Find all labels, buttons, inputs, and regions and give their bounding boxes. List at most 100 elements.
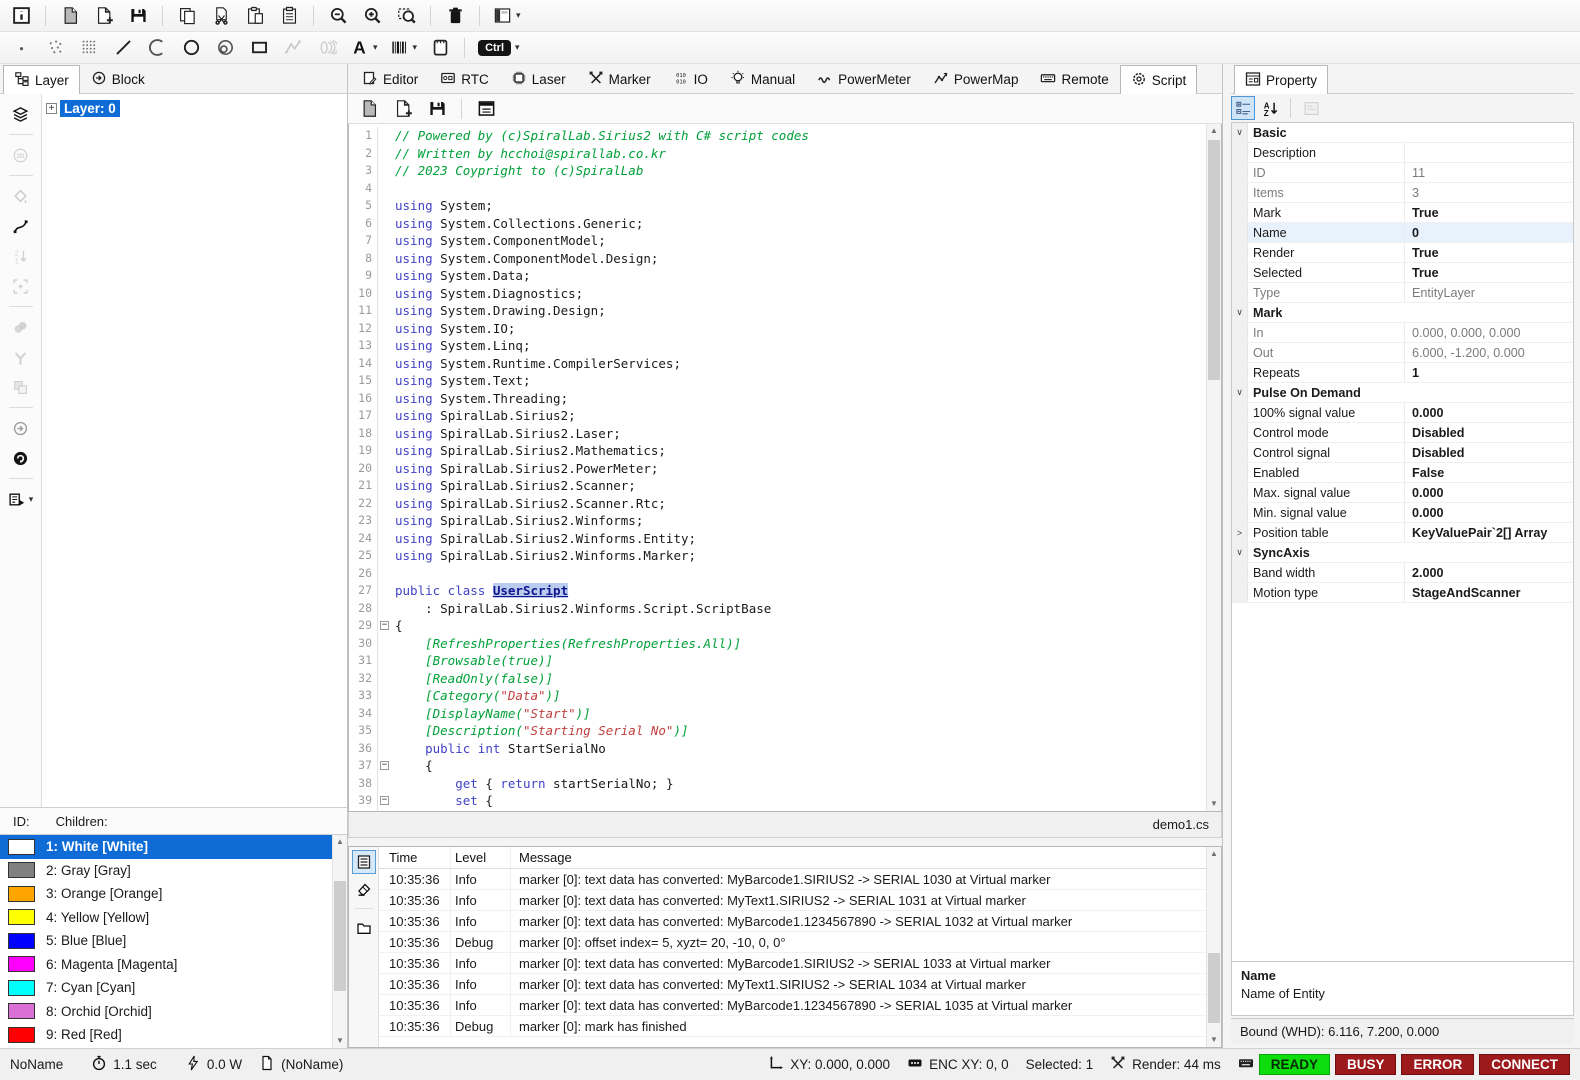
property-row[interactable]: RenderTrue (1232, 243, 1573, 263)
log-row[interactable]: 10:35:36Infomarker [0]: text data has co… (379, 995, 1206, 1016)
tree-item-layer[interactable]: + Layer: 0 (46, 100, 343, 117)
barcode-button[interactable]: ▾ (386, 34, 422, 62)
property-value[interactable]: 3 (1405, 186, 1573, 200)
circle-button[interactable] (176, 34, 206, 62)
property-value[interactable]: True (1405, 206, 1573, 220)
save-button[interactable] (422, 95, 452, 123)
pen-color-row[interactable]: 8: Orchid [Orchid] (0, 1000, 347, 1024)
property-row[interactable]: >Position tableKeyValuePair`2[] Array (1232, 523, 1573, 543)
point-button[interactable] (6, 34, 36, 62)
tab-io[interactable]: 010010IO (662, 65, 719, 93)
scroll-down-icon[interactable]: ▼ (1207, 1033, 1221, 1047)
tab-remote[interactable]: Remote (1029, 65, 1119, 93)
property-row[interactable]: Items3 (1232, 183, 1573, 203)
rotate-button[interactable] (6, 444, 36, 472)
tab-property[interactable]: Property (1234, 65, 1328, 94)
property-row[interactable]: Description (1232, 143, 1573, 163)
tab-block[interactable]: Block (80, 65, 156, 93)
pen-color-row[interactable]: 1: White [White] (0, 835, 347, 859)
scroll-thumb[interactable] (1208, 140, 1220, 380)
code-scrollbar[interactable]: ▲ ▼ (1206, 124, 1221, 811)
property-category-row[interactable]: ∨Pulse On Demand (1232, 383, 1573, 403)
log-row[interactable]: 10:35:36Infomarker [0]: text data has co… (379, 869, 1206, 890)
property-row[interactable]: Max. signal value0.000 (1232, 483, 1573, 503)
property-row[interactable]: Min. signal value0.000 (1232, 503, 1573, 523)
tab-rtc[interactable]: RTC (429, 65, 500, 93)
property-row[interactable]: TypeEntityLayer (1232, 283, 1573, 303)
log-row[interactable]: 10:35:36Debugmarker [0]: offset index= 5… (379, 932, 1206, 953)
scroll-down-icon[interactable]: ▼ (1207, 797, 1221, 811)
folder-button[interactable] (352, 916, 376, 940)
copy-button[interactable] (172, 2, 202, 30)
trepan-button[interactable] (210, 34, 240, 62)
collapse-chevron-icon[interactable]: ∨ (1232, 543, 1248, 562)
group-button[interactable] (6, 373, 36, 401)
categorized-button[interactable] (1231, 96, 1255, 120)
property-value[interactable]: 11 (1405, 166, 1573, 180)
file-new-button[interactable] (388, 95, 418, 123)
property-value[interactable]: True (1405, 266, 1573, 280)
proppage-button[interactable] (1299, 96, 1323, 120)
export-button[interactable]: ▾ (4, 485, 38, 513)
log-row[interactable]: 10:35:36Debugmarker [0]: mark has finish… (379, 1016, 1206, 1037)
save-button[interactable] (123, 2, 153, 30)
property-row[interactable]: Band width2.000 (1232, 563, 1573, 583)
property-row[interactable]: Control modeDisabled (1232, 423, 1573, 443)
alphabetical-button[interactable]: AZ (1258, 96, 1282, 120)
pen-color-row[interactable]: 2: Gray [Gray] (0, 859, 347, 883)
log-view-button[interactable] (352, 850, 376, 874)
block-button[interactable] (6, 414, 36, 442)
path-button[interactable] (6, 212, 36, 240)
log-row[interactable]: 10:35:36Infomarker [0]: text data has co… (379, 890, 1206, 911)
property-row[interactable]: Repeats1 (1232, 363, 1573, 383)
property-value[interactable]: 1 (1405, 366, 1573, 380)
log-row[interactable]: 10:35:36Infomarker [0]: text data has co… (379, 911, 1206, 932)
scroll-thumb[interactable] (1208, 953, 1220, 1023)
property-row[interactable]: EnabledFalse (1232, 463, 1573, 483)
log-row[interactable]: 10:35:36Infomarker [0]: text data has co… (379, 953, 1206, 974)
file-button[interactable] (55, 2, 85, 30)
pen-color-row[interactable]: 3: Orange [Orange] (0, 882, 347, 906)
polyline-button[interactable] (278, 34, 308, 62)
expand-chevron-icon[interactable]: > (1232, 523, 1248, 542)
points-scatter-button[interactable] (40, 34, 70, 62)
tab-marker[interactable]: Marker (577, 65, 662, 93)
tab-layer[interactable]: Layer (3, 65, 80, 94)
fill-button[interactable] (6, 182, 36, 210)
paste-button[interactable] (240, 2, 270, 30)
property-value[interactable]: 0.000 (1405, 406, 1573, 420)
cut-button[interactable] (206, 2, 236, 30)
property-category-row[interactable]: ∨Basic (1232, 123, 1573, 143)
info-button[interactable] (6, 2, 36, 30)
property-value[interactable]: True (1405, 246, 1573, 260)
property-row[interactable]: 100% signal value0.000 (1232, 403, 1573, 423)
property-value[interactable]: 6.000, -1.200, 0.000 (1405, 346, 1573, 360)
script-code-editor[interactable]: 1// Powered by (c)SpiralLab.Sirius2 with… (348, 124, 1222, 812)
points-grid-button[interactable] (74, 34, 104, 62)
ctrl-button[interactable]: Ctrl▾ (474, 34, 523, 62)
property-row[interactable]: SelectedTrue (1232, 263, 1573, 283)
expand-icon[interactable]: + (46, 103, 57, 114)
delete-button[interactable] (440, 2, 470, 30)
property-row[interactable]: Control signalDisabled (1232, 443, 1573, 463)
scroll-thumb[interactable] (334, 881, 346, 991)
property-category-row[interactable]: ∨SyncAxis (1232, 543, 1573, 563)
pen-color-row[interactable]: 5: Blue [Blue] (0, 929, 347, 953)
collapse-chevron-icon[interactable]: ∨ (1232, 383, 1248, 402)
scroll-up-icon[interactable]: ▲ (333, 835, 347, 849)
circles-button[interactable] (6, 313, 36, 341)
fold-marker-icon[interactable]: − (380, 621, 389, 630)
layers-button[interactable] (6, 100, 36, 128)
image-button[interactable] (425, 34, 455, 62)
scroll-up-icon[interactable]: ▲ (1207, 124, 1221, 138)
property-value[interactable]: 0.000 (1405, 506, 1573, 520)
file-new-button[interactable] (89, 2, 119, 30)
pen-color-row[interactable]: 7: Cyan [Cyan] (0, 976, 347, 1000)
file-button[interactable] (354, 95, 384, 123)
fold-marker-icon[interactable]: − (380, 796, 389, 805)
tab-powermeter[interactable]: PowerMeter (806, 65, 922, 93)
tab-powermap[interactable]: PowerMap (922, 65, 1030, 93)
property-row[interactable]: ID11 (1232, 163, 1573, 183)
zoom-window-button[interactable] (391, 2, 421, 30)
collapse-chevron-icon[interactable]: ∨ (1232, 303, 1248, 322)
